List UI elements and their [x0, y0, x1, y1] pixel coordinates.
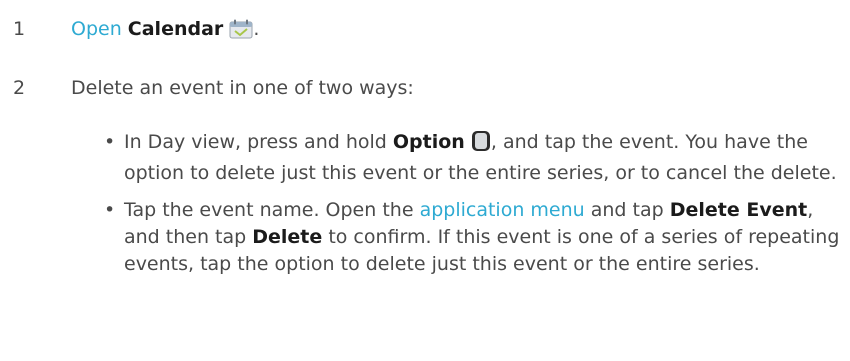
text-segment: and tap	[584, 199, 670, 221]
help-page: 1 Open Calendar . 2 Delete an event in o…	[0, 0, 850, 361]
option-key-icon	[471, 130, 491, 160]
bullet-dot: •	[104, 199, 116, 221]
step-text: Open Calendar .	[71, 16, 259, 47]
application-menu-link[interactable]: application menu	[420, 199, 585, 221]
list-item: • In Day view, press and hold Option , a…	[104, 129, 844, 187]
list-item: • Tap the event name. Open the applicati…	[104, 197, 844, 278]
step-number: 1	[13, 18, 26, 40]
options-list: • In Day view, press and hold Option , a…	[104, 129, 844, 288]
option-key-label: Option	[392, 131, 465, 153]
text-segment: Tap the event name. Open the	[124, 199, 420, 221]
delete-label: Delete	[252, 226, 323, 248]
calendar-app-name: Calendar	[127, 18, 224, 40]
delete-event-label: Delete Event	[669, 199, 808, 221]
step-text: Delete an event in one of two ways:	[71, 77, 414, 99]
period: .	[253, 18, 260, 40]
bullet-dot: •	[104, 131, 116, 153]
list-item-text: Tap the event name. Open the application…	[124, 197, 844, 278]
step-number: 2	[13, 77, 26, 99]
calendar-icon	[229, 19, 253, 47]
open-link[interactable]: Open	[71, 18, 122, 40]
list-item-text: In Day view, press and hold Option , and…	[124, 129, 844, 187]
text-segment: In Day view, press and hold	[124, 131, 393, 153]
